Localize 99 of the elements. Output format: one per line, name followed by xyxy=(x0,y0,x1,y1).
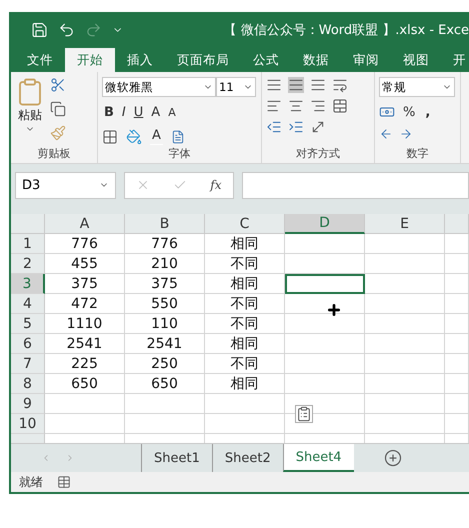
cell-cursor-icon[interactable] xyxy=(326,302,342,318)
row-header[interactable]: 4 xyxy=(11,294,45,314)
shrink-font-button[interactable]: A xyxy=(166,102,178,122)
status-text: 就绪 xyxy=(19,474,43,490)
ribbon-tab[interactable]: 审阅 xyxy=(341,48,391,72)
row-header[interactable]: 6 xyxy=(11,334,45,354)
row-header[interactable]: 5 xyxy=(11,314,45,334)
align-right-icon[interactable] xyxy=(310,98,326,114)
table-cell: 相同 xyxy=(205,234,285,254)
paste-options-icon[interactable] xyxy=(295,405,313,423)
table-cell: 375 xyxy=(45,274,125,294)
table-cell: 210 xyxy=(125,254,205,274)
scissors-icon[interactable] xyxy=(50,77,66,93)
row-header[interactable]: 10 xyxy=(11,414,45,434)
column-header[interactable]: E xyxy=(365,214,445,234)
table-cell: 不同 xyxy=(205,314,285,334)
window-title: 【 微信公众号：Word联盟 】.xlsx - Exce xyxy=(224,22,469,39)
undo-icon[interactable] xyxy=(58,21,76,39)
table-cell xyxy=(445,274,469,294)
ribbon-tab[interactable]: 数据 xyxy=(291,48,341,72)
font-size-field[interactable]: 11 xyxy=(216,77,256,97)
align-middle-icon[interactable] xyxy=(288,77,304,93)
paste-button[interactable]: 粘贴 xyxy=(15,77,45,145)
table-cell xyxy=(445,414,469,434)
ribbon-tab[interactable]: 文件 xyxy=(15,48,65,72)
font-name-field[interactable]: 微软雅黑 xyxy=(102,77,216,97)
grow-font-button[interactable]: A xyxy=(149,102,162,122)
ribbon-tab[interactable]: 页面布局 xyxy=(165,48,241,72)
group-label: 数字 xyxy=(406,146,430,162)
bold-button[interactable]: B xyxy=(102,102,116,122)
group-label: 剪贴板 xyxy=(36,146,72,162)
table-cell: 1110 xyxy=(45,314,125,334)
table-cell xyxy=(445,394,469,414)
row-header[interactable]: 7 xyxy=(11,354,45,374)
formula-field[interactable] xyxy=(242,172,469,198)
underline-button[interactable]: U xyxy=(132,102,146,122)
table-cell xyxy=(445,254,469,274)
align-bottom-icon[interactable] xyxy=(310,77,326,93)
table-cell: 650 xyxy=(45,374,125,394)
table-cell: 650 xyxy=(125,374,205,394)
name-box[interactable]: D3 xyxy=(15,172,116,198)
insert-function-button[interactable]: fx xyxy=(210,178,222,192)
number-format-field[interactable]: 常规 xyxy=(379,77,455,97)
ribbon-tab[interactable]: 视图 xyxy=(391,48,441,72)
table-cell xyxy=(445,334,469,354)
row-header[interactable]: 8 xyxy=(11,374,45,394)
ribbon-tab[interactable]: 插入 xyxy=(115,48,165,72)
table-cell: 375 xyxy=(125,274,205,294)
column-header[interactable]: B xyxy=(125,214,205,234)
percent-button[interactable]: % xyxy=(401,102,418,122)
ribbon-tab[interactable]: 开 xyxy=(441,48,469,72)
add-sheet-icon[interactable] xyxy=(384,449,402,467)
column-header[interactable]: D xyxy=(285,214,365,234)
table-cell: 相同 xyxy=(205,274,285,294)
align-center-icon[interactable] xyxy=(288,98,304,114)
table-cell: 2541 xyxy=(45,334,125,354)
table-cell: 550 xyxy=(125,294,205,314)
table-cell: 相同 xyxy=(205,334,285,354)
group-label: 字体 xyxy=(168,146,192,162)
table-cell xyxy=(445,294,469,314)
table-cell xyxy=(445,374,469,394)
table-cell: 455 xyxy=(45,254,125,274)
column-header[interactable]: A xyxy=(45,214,125,234)
copy-icon[interactable] xyxy=(50,101,66,117)
indent-increase-icon[interactable] xyxy=(288,119,304,135)
border-icon[interactable] xyxy=(102,129,118,145)
row-header[interactable]: 2 xyxy=(11,254,45,274)
table-cell: 不同 xyxy=(205,354,285,374)
table-cell: 776 xyxy=(45,234,125,254)
table-cell: 2541 xyxy=(125,334,205,354)
column-header[interactable]: C xyxy=(205,214,285,234)
table-cell: 不同 xyxy=(205,254,285,274)
table-cell: 110 xyxy=(125,314,205,334)
ribbon-tab[interactable]: 公式 xyxy=(241,48,291,72)
align-left-icon[interactable] xyxy=(266,98,282,114)
row-header[interactable]: 9 xyxy=(11,394,45,414)
ribbon-tab[interactable]: 开始 xyxy=(65,48,115,72)
fill-color-icon[interactable] xyxy=(126,129,142,145)
wrap-text-icon[interactable] xyxy=(332,77,348,93)
indent-decrease-icon[interactable] xyxy=(266,119,282,135)
row-header[interactable]: 1 xyxy=(11,234,45,254)
merge-icon[interactable] xyxy=(332,98,348,114)
table-cell xyxy=(445,314,469,334)
table-cell: 776 xyxy=(125,234,205,254)
table-cell xyxy=(445,234,469,254)
table-cell: 相同 xyxy=(205,374,285,394)
group-label: 对齐方式 xyxy=(295,146,341,162)
table-cell: 不同 xyxy=(205,294,285,314)
table-cell: 225 xyxy=(45,354,125,374)
table-cell: 472 xyxy=(45,294,125,314)
comma-button[interactable]: , xyxy=(423,102,432,122)
row-header[interactable]: 3 xyxy=(11,274,45,294)
sheet-tab[interactable]: Sheet4 xyxy=(282,444,354,472)
italic-button[interactable]: I xyxy=(120,102,128,122)
font-color-button[interactable]: A xyxy=(150,127,163,145)
align-top-icon[interactable] xyxy=(266,77,282,93)
save-icon[interactable] xyxy=(31,21,48,39)
table-cell: 250 xyxy=(125,354,205,374)
table-cell xyxy=(445,354,469,374)
